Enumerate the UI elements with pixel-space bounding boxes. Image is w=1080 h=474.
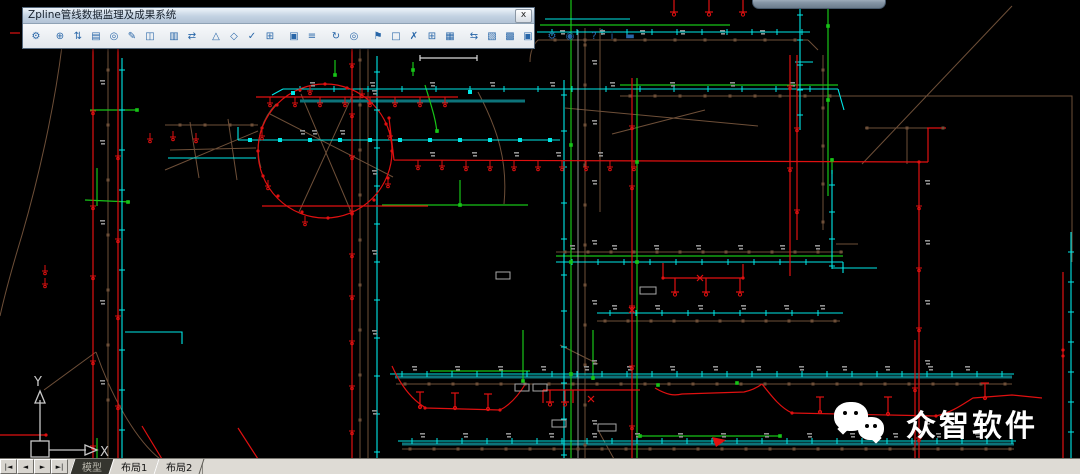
copy-cascade-icon[interactable]: ▣ [520,28,537,45]
stats-table-icon[interactable]: ⊞ [262,28,279,45]
toolbar-titlebar[interactable]: Zpline管线数据监理及成果系统 x [23,8,534,24]
locate-target-icon[interactable]: ◎ [346,28,363,45]
last-tab-button[interactable]: ►| [51,459,68,474]
attr-check-icon[interactable]: ✓ [244,28,261,45]
tab-bar-filler [202,459,1080,474]
toolbar-group: ⇆▧▩▣ [465,28,537,45]
hatch-grid-icon[interactable]: ▦ [442,28,459,45]
export-data-icon[interactable]: ⇄ [184,28,201,45]
layout-tab-bar: |◄◄►►| 模型布局1布局2 [0,458,1080,474]
watermark: 众智软件 [834,400,1038,446]
calculator-icon[interactable]: ▬ [622,28,639,45]
doc-list-icon[interactable]: ≡ [304,28,321,45]
zpline-toolbar-window: Zpline管线数据监理及成果系统 x ⚙⊕⇅▤◎✎◫▥⇄△◇✓⊞▣≡↻◎⚑□✗… [22,7,535,49]
tab-nav-buttons: |◄◄►►| [0,459,68,474]
first-tab-button[interactable]: |◄ [0,459,17,474]
toolbar-buttons-row: ⚙⊕⇅▤◎✎◫▥⇄△◇✓⊞▣≡↻◎⚑□✗⊞▦⇆▧▩▣⚙◉?i▬ [23,24,534,48]
layout-window-icon[interactable]: ▧ [484,28,501,45]
toolbar-title: Zpline管线数据监理及成果系统 [28,8,515,23]
error-check-icon[interactable]: ✗ [406,28,423,45]
layout-tabs: 模型布局1布局2 [72,459,202,474]
tab-布局2[interactable]: 布局2 [154,459,205,474]
next-tab-button[interactable]: ► [34,459,51,474]
toolbar-group: ⚙◉ [543,28,579,45]
lock-data-icon[interactable]: ◉ [562,28,579,45]
app-screen: YX Zpline管线数据监理及成果系统 x ⚙⊕⇅▤◎✎◫▥⇄△◇✓⊞▣≡↻◎… [0,0,1080,474]
settings-alt-icon[interactable]: ⚙ [544,28,561,45]
toolbar-group: ?i▬ [585,28,639,45]
view-monitor-icon[interactable]: □ [388,28,405,45]
close-icon[interactable]: x [515,9,532,23]
flag-mark-icon[interactable]: ⚑ [370,28,387,45]
help-icon[interactable]: ? [586,28,603,45]
edit-line-icon[interactable]: ◇ [226,28,243,45]
prev-tab-button[interactable]: ◄ [17,459,34,474]
toolbar-group: ⊕⇅▤◎✎◫ [51,28,159,45]
data-edit-icon[interactable]: ✎ [124,28,141,45]
draw-point-icon[interactable]: △ [208,28,225,45]
cad-canvas[interactable]: YX [0,0,1080,459]
wechat-icon [834,400,892,446]
toolbar-group: ▥⇄ [165,28,201,45]
about-info-icon[interactable]: i [604,28,621,45]
data-transfer-icon[interactable]: ⇅ [70,28,87,45]
data-check-icon[interactable]: ◎ [106,28,123,45]
data-add-icon[interactable]: ⊕ [52,28,69,45]
batch-update-icon[interactable]: ↻ [328,28,345,45]
crop-frame-icon[interactable]: ▩ [502,28,519,45]
image-manage-icon[interactable]: ◫ [142,28,159,45]
background-window-edge [752,0,886,9]
svg-text:Y: Y [33,375,42,390]
tab-模型[interactable]: 模型 [70,459,115,474]
toolbar-group: ▣≡ [285,28,321,45]
toolbar-group: ↻◎ [327,28,363,45]
settings-icon[interactable]: ⚙ [28,28,45,45]
svg-text:X: X [100,445,109,459]
import-data-icon[interactable]: ▥ [166,28,183,45]
tab-布局1[interactable]: 布局1 [109,459,160,474]
watermark-text: 众智软件 [906,401,1038,445]
data-save-icon[interactable]: ▤ [88,28,105,45]
table-add-icon[interactable]: ⊞ [424,28,441,45]
toolbar-group: ⚑□✗⊞▦ [369,28,459,45]
select-frame-icon[interactable]: ▣ [286,28,303,45]
toolbar-group: ⚙ [27,28,45,45]
toolbar-group: △◇✓⊞ [207,28,279,45]
mirror-flip-icon[interactable]: ⇆ [466,28,483,45]
